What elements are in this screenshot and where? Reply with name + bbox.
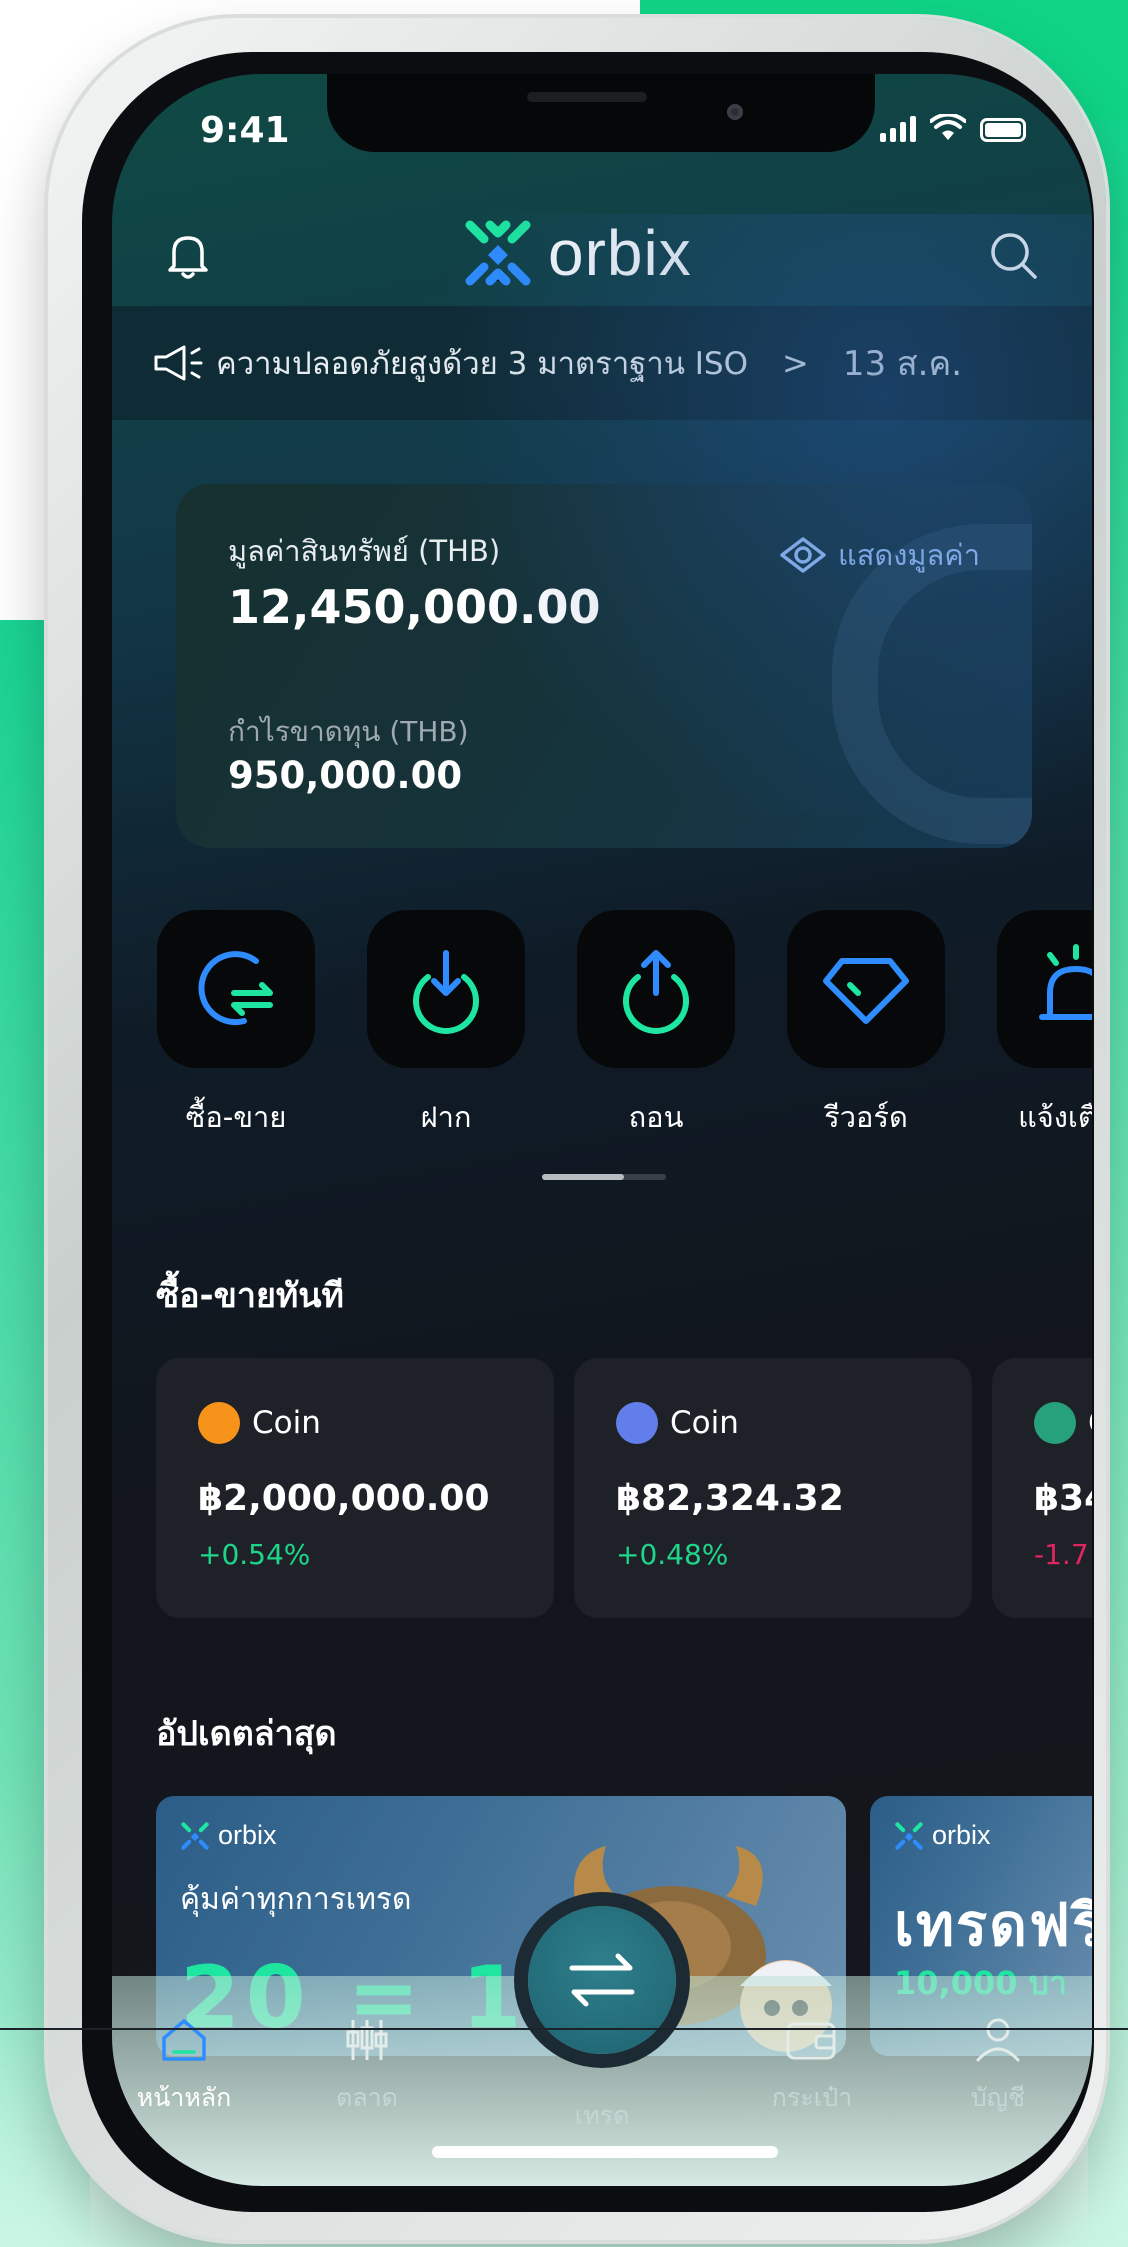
coin-name-text: Coin [252, 1405, 321, 1441]
coin-logo-icon [198, 1402, 240, 1444]
banner-brand: orbix [932, 1820, 991, 1850]
trade-button[interactable] [528, 1906, 676, 2054]
notch [327, 74, 875, 152]
home-indicator [432, 2146, 778, 2158]
profit-loss-value: 950,000.00 [228, 754, 463, 797]
tab-account[interactable]: บัญชี [928, 2016, 1068, 2118]
asset-label: มูลค่าสินทรัพย์ (THB) [228, 534, 501, 568]
quick-actions-scroll-indicator [542, 1174, 666, 1180]
quick-action-label: แจ้งเตือน [1018, 1100, 1092, 1134]
battery-icon [980, 118, 1026, 142]
tab-trade[interactable]: เทรด [532, 2086, 672, 2136]
tab-label: กระเป๋า [771, 2083, 853, 2112]
quick-actions: ซื้อ-ขาย ฝาก ถอน รีวอร์ด แจ้งเตื [156, 910, 1092, 1150]
show-value-toggle[interactable]: แสดงมูลค่า [778, 532, 980, 578]
announcement-bar[interactable]: ความปลอดภัยสูงด้วย 3 มาตราฐาน ISO > 13 ส… [112, 306, 1092, 420]
banner-text: คุ้มค่าทุกการเทรด [180, 1882, 412, 1917]
announcement-text: ความปลอดภัยสูงด้วย 3 มาตราฐาน ISO [216, 346, 749, 382]
coin-name: C [1034, 1402, 1092, 1444]
diamond-icon [787, 910, 945, 1068]
alarm-icon [997, 910, 1092, 1068]
wallet-icon [786, 2022, 836, 2060]
banner-logo: orbix [180, 1820, 277, 1851]
eye-icon [780, 537, 826, 573]
tab-home[interactable]: หน้าหลัก [114, 2016, 254, 2118]
coin-change: +0.54% [198, 1538, 311, 1571]
market-icon [346, 2020, 388, 2060]
coin-name-text: C [1088, 1405, 1092, 1441]
signal-icon [880, 116, 916, 142]
status-icons [880, 114, 1026, 142]
quick-action-label: ซื้อ-ขาย [185, 1100, 287, 1134]
search-icon[interactable] [988, 230, 1040, 282]
banner-brand: orbix [218, 1820, 277, 1850]
withdraw-icon [577, 910, 735, 1068]
coin-card[interactable]: Coin ฿2,000,000.00 +0.54% [156, 1358, 554, 1618]
coin-card[interactable]: C ฿34 -1.7 [992, 1358, 1092, 1618]
latest-updates-title: อัปเดตล่าสุด [156, 1714, 337, 1754]
coin-price: ฿34 [1034, 1478, 1092, 1519]
orbix-logo-icon [465, 220, 531, 286]
coin-change: -1.7 [1034, 1538, 1089, 1571]
banner-logo: orbix [894, 1820, 991, 1851]
front-camera [727, 104, 743, 120]
quick-action-label: รีวอร์ด [824, 1100, 908, 1134]
app-header: orbix [112, 194, 1092, 314]
speaker [527, 92, 647, 102]
instant-trade-title: ซื้อ-ขายทันที [156, 1276, 344, 1316]
quick-action-alerts[interactable]: แจ้งเตือน [996, 910, 1092, 1140]
account-icon [976, 2018, 1020, 2062]
trade-icon [569, 1953, 635, 2007]
coin-name: Coin [616, 1402, 739, 1444]
quick-action-withdraw[interactable]: ถอน [576, 910, 736, 1140]
app-screen: 9:41 orbix ความปลอดภัยสูงด้วย 3 มาตราฐาน… [112, 74, 1092, 2186]
brand-logo: orbix [462, 216, 692, 290]
coin-price: ฿82,324.32 [616, 1478, 844, 1519]
quick-action-label: ถอน [628, 1100, 684, 1134]
tab-label: บัญชี [970, 2083, 1026, 2112]
tab-wallet[interactable]: กระเป๋า [742, 2016, 882, 2118]
announcement-date: 13 ส.ค. [842, 344, 963, 384]
coin-change: +0.48% [616, 1538, 729, 1571]
quick-action-rewards[interactable]: รีวอร์ด [786, 910, 946, 1140]
wifi-icon [930, 114, 966, 140]
coin-card[interactable]: Coin ฿82,324.32 +0.48% [574, 1358, 972, 1618]
show-value-label: แสดงมูลค่า [838, 538, 980, 572]
coin-price: ฿2,000,000.00 [198, 1478, 490, 1519]
brand-name: orbix [548, 217, 692, 289]
tab-market[interactable]: ตลาด [297, 2016, 437, 2118]
coin-logo-icon [616, 1402, 658, 1444]
exchange-icon [157, 910, 315, 1068]
tab-label: หน้าหลัก [136, 2083, 232, 2112]
quick-action-deposit[interactable]: ฝาก [366, 910, 526, 1140]
bell-icon[interactable] [164, 230, 212, 282]
coin-name: Coin [198, 1402, 321, 1444]
coin-logo-icon [1034, 1402, 1076, 1444]
status-time: 9:41 [200, 110, 290, 151]
profit-loss-label: กำไรขาดทุน (THB) [228, 715, 469, 748]
megaphone-icon [154, 345, 203, 381]
orbix-logo-icon [181, 1821, 209, 1850]
deposit-icon [367, 910, 525, 1068]
orbix-logo-icon [895, 1821, 923, 1850]
quick-action-trade[interactable]: ซื้อ-ขาย [156, 910, 316, 1140]
coin-name-text: Coin [670, 1405, 739, 1441]
quick-action-label: ฝาก [420, 1100, 472, 1134]
tab-label: เทรด [574, 2101, 630, 2130]
announcement-arrow: > [782, 344, 809, 382]
asset-value: 12,450,000.00 [228, 580, 601, 634]
tab-label: ตลาด [336, 2083, 398, 2112]
asset-summary-card: มูลค่าสินทรัพย์ (THB) 12,450,000.00 แสดง… [176, 484, 1032, 848]
divider-line [0, 2028, 1128, 2030]
home-icon [162, 2019, 206, 2061]
